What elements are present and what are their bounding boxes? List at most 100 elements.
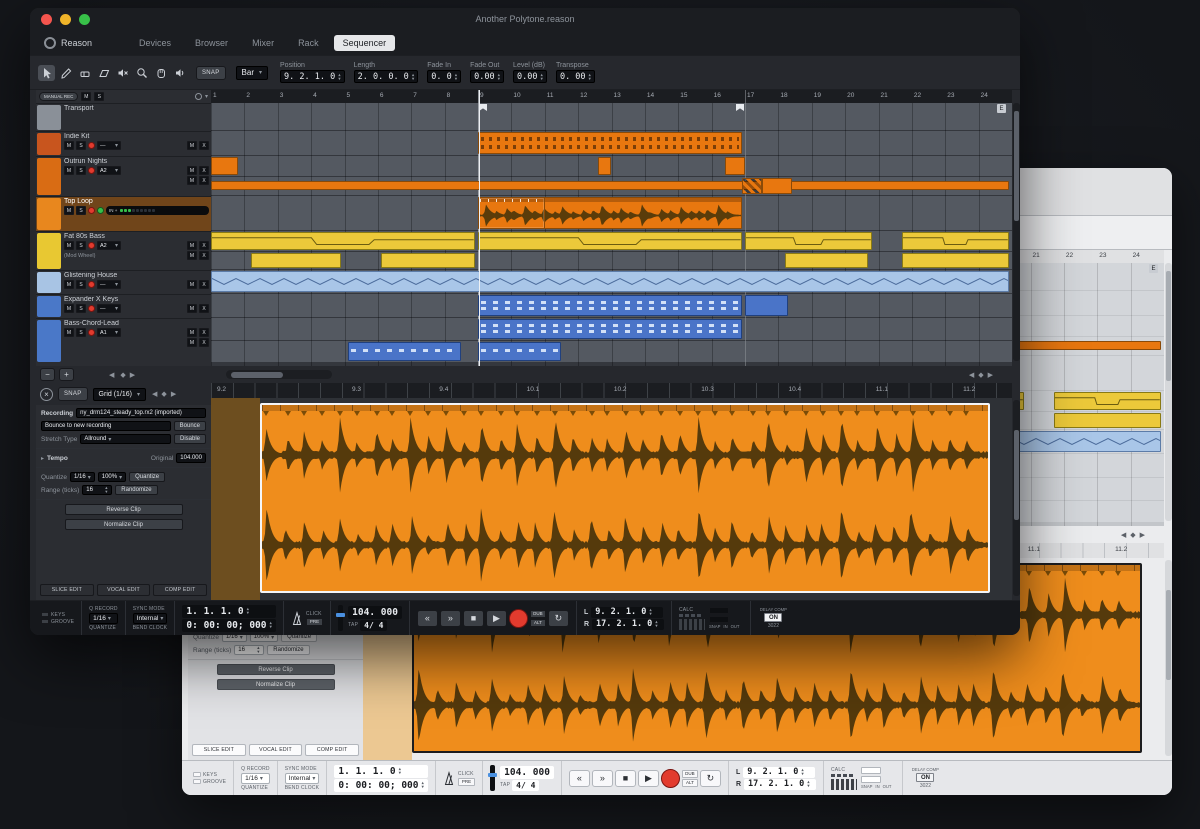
goto-left-locator-button[interactable]: ◀ [108, 371, 115, 379]
lane-x-button[interactable]: X [199, 251, 209, 260]
sync-mode-select[interactable]: Internal▾ [285, 773, 320, 784]
track-solo-button[interactable]: S [76, 206, 86, 215]
arrangement-hscrollbar[interactable] [226, 370, 332, 379]
tempo-display[interactable]: 104. 000 [348, 606, 402, 619]
fast-forward-button[interactable]: » [592, 770, 613, 787]
arrangement-vscrollbar[interactable] [1013, 103, 1020, 361]
reverse-clip-button[interactable]: Reverse Clip [65, 504, 183, 515]
tab-devices[interactable]: Devices [130, 35, 180, 51]
track-indie[interactable]: Indie KitMS—▾MX [36, 131, 211, 156]
clip-indie[interactable] [478, 132, 742, 154]
global-solo-button[interactable]: S [94, 92, 104, 101]
arrangement-vscrollbar[interactable] [1165, 263, 1172, 521]
range-ticks-field[interactable]: 16▲▼ [82, 485, 112, 495]
tab-rack[interactable]: Rack [289, 35, 328, 51]
record-arm-button[interactable] [88, 305, 95, 312]
speaker-tool-button[interactable] [171, 65, 188, 81]
track-solo-button[interactable]: S [76, 280, 86, 289]
quantize-button[interactable]: Quantize [129, 472, 165, 482]
lane-mute-button[interactable]: M [187, 141, 197, 150]
end-marker[interactable]: E [997, 104, 1006, 113]
loop-button[interactable]: ↻ [548, 610, 569, 627]
zoom-in-button[interactable]: + [59, 368, 74, 381]
clip-outrun1[interactable] [725, 157, 745, 175]
lane-mute-button[interactable]: M [187, 338, 197, 347]
nudge-cluster[interactable]: ◀◆▶ [1120, 531, 1146, 539]
record-arm-button[interactable] [88, 207, 95, 214]
lane-x-button[interactable]: X [199, 176, 209, 185]
track-glis[interactable]: Glistening HouseMS—▾MX [36, 270, 211, 294]
editor-wave-area[interactable] [211, 398, 1012, 600]
clip-fat2[interactable] [785, 253, 868, 268]
track-toploop[interactable]: Top LoopMSIN + [36, 196, 211, 231]
clip-fat1[interactable] [478, 232, 742, 250]
right-locator-display[interactable]: 17. 2. 1. 0▲▼ [592, 619, 664, 630]
position-value-box[interactable]: 9. 2. 1. 0▲▼ [280, 70, 345, 83]
pencil-tool-button[interactable] [57, 65, 74, 81]
tap-label[interactable]: TAP [500, 782, 510, 788]
track-solo-button[interactable]: S [76, 241, 86, 250]
clip-expander[interactable] [478, 295, 742, 316]
clip-bass2[interactable] [478, 342, 561, 361]
record-arm-button[interactable] [88, 242, 95, 249]
chevron-down-icon[interactable]: ▾ [205, 93, 208, 100]
lane-x-button[interactable]: X [199, 328, 209, 337]
dub-button[interactable]: DUB [530, 610, 546, 618]
track-output-select[interactable]: A1▾ [97, 328, 121, 337]
clip-fat2[interactable] [1054, 413, 1161, 428]
clip-outrun2[interactable] [762, 178, 792, 194]
tempo-display[interactable]: 104. 000 [500, 766, 554, 779]
snap-toggle-button[interactable]: SNAP [196, 66, 226, 80]
lane-mute-button[interactable]: M [187, 304, 197, 313]
clip-fat1[interactable] [1054, 392, 1161, 410]
track-solo-button[interactable]: S [76, 304, 86, 313]
tab-sequencer[interactable]: Sequencer [334, 35, 396, 51]
editor-vscrollbar[interactable] [1165, 560, 1172, 756]
lane-mute-button[interactable]: M [187, 241, 197, 250]
lane-mute-button[interactable]: M [187, 251, 197, 260]
disable-button[interactable]: Disable [174, 434, 206, 444]
track-output-select[interactable]: —▾ [97, 304, 121, 313]
normalize-clip-button[interactable]: Normalize Clip [217, 679, 335, 690]
stop-button[interactable]: ■ [463, 610, 484, 627]
time-signature-display[interactable]: 4/ 4 [512, 780, 539, 791]
delay-comp-on-button[interactable]: ON [916, 773, 934, 782]
goto-right-locator-button[interactable]: ◆▶ [119, 371, 136, 379]
pre-button[interactable]: PRE [458, 778, 475, 786]
level-value-box[interactable]: 0.00▲▼ [513, 70, 547, 83]
lane-mute-button[interactable]: M [187, 280, 197, 289]
lane-x-button[interactable]: X [199, 241, 209, 250]
track-mute-button[interactable]: M [64, 328, 74, 337]
zoom-window-button[interactable] [79, 14, 90, 25]
rewind-button[interactable]: « [417, 610, 438, 627]
slice-edit-tab[interactable]: SLICE EDIT [40, 584, 94, 596]
right-locator-display[interactable]: 17. 2. 1. 0▲▼ [744, 779, 816, 790]
clip-fat2[interactable] [902, 253, 1009, 268]
quantize-value-select[interactable]: 1/16▾ [70, 472, 95, 482]
editor-snap-button[interactable]: SNAP [58, 387, 88, 401]
track-expander[interactable]: Expander X KeysMS—▾MX [36, 294, 211, 318]
transpose-value-box[interactable]: 0. 00▲▼ [556, 70, 595, 83]
minimize-window-button[interactable] [60, 14, 71, 25]
track-mute-button[interactable]: M [64, 141, 74, 150]
tempo-slider[interactable] [490, 765, 495, 791]
track-mute-button[interactable]: M [64, 206, 74, 215]
track-output-select[interactable]: A2▾ [97, 166, 121, 175]
loop-button[interactable]: ↻ [700, 770, 721, 787]
track-transport[interactable]: Transport [36, 103, 211, 131]
quantize-amount-select[interactable]: 100%▾ [98, 472, 126, 482]
close-window-button[interactable] [41, 14, 52, 25]
clip-fat1[interactable] [211, 232, 475, 250]
select-tool-button[interactable] [38, 65, 55, 81]
alt-button[interactable]: ALT [530, 619, 546, 627]
track-output-select[interactable]: —▾ [97, 280, 121, 289]
tempo-expand-caret[interactable]: ▸ [41, 455, 44, 462]
razor-tool-button[interactable] [95, 65, 112, 81]
clip-expander[interactable] [745, 295, 788, 316]
play-button[interactable]: ▶ [638, 770, 659, 787]
clip-fat2[interactable] [381, 253, 475, 268]
editor-vscrollbar[interactable] [1013, 400, 1020, 596]
waveform-editor[interactable]: 9.29.39.410.110.210.310.411.111.2 [211, 383, 1012, 600]
reverse-clip-button[interactable]: Reverse Clip [217, 664, 335, 675]
track-solo-button[interactable]: S [76, 328, 86, 337]
